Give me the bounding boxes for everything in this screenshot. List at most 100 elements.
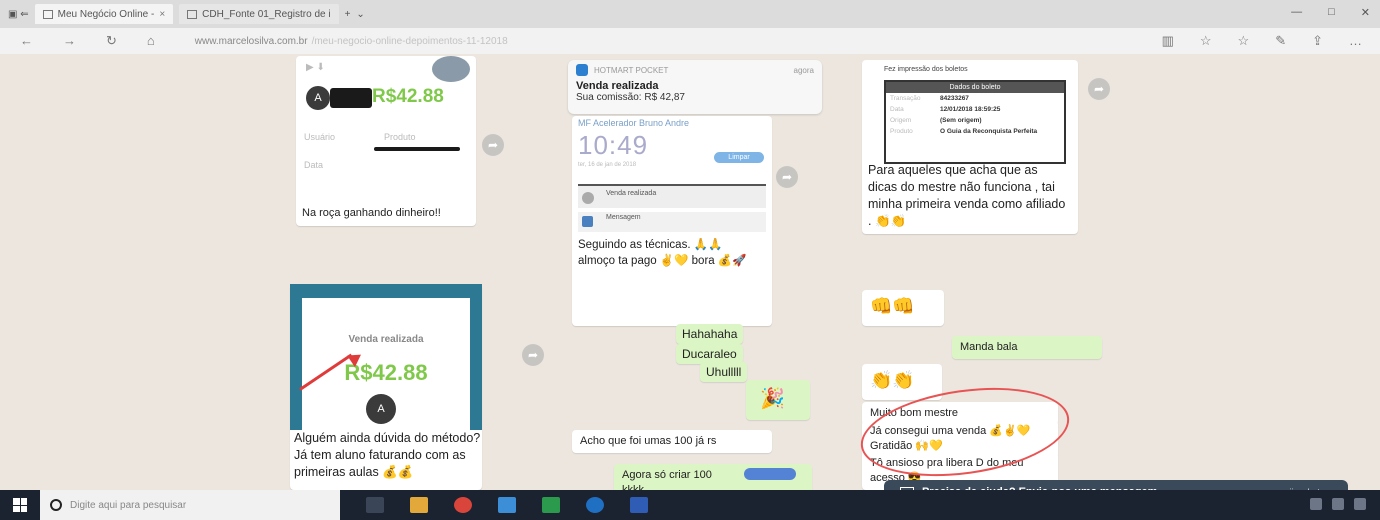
message-text: Agora só criar 100: [622, 469, 712, 481]
address-bar: ← → ↻ ⌂ www.marcelosilva.com.br /meu-neg…: [0, 28, 1380, 54]
tab-meu-negocio[interactable]: Meu Negócio Online - ×: [34, 4, 174, 24]
lock-clock: 10:49: [578, 130, 649, 160]
caption: Para aqueles que acha que as dicas do me…: [868, 163, 1066, 228]
tab-menu-icon[interactable]: ⌄: [356, 9, 364, 20]
boleto-key: Produto: [890, 128, 913, 135]
favorite-icon[interactable]: ☆: [1200, 33, 1212, 49]
browser-tab-bar: ▣ ⇐ Meu Negócio Online - × CDH_Fonte 01_…: [0, 0, 1380, 28]
message-row: Mensagem: [578, 212, 766, 232]
volume-icon[interactable]: [1332, 498, 1344, 510]
boleto-row: Produto O Guia da Reconquista Perfeita: [886, 126, 1064, 137]
avatar: A: [366, 394, 396, 424]
redacted-name: [330, 88, 372, 108]
notes-icon[interactable]: ✎: [1275, 33, 1286, 49]
system-tray: [1310, 498, 1366, 510]
favorites-hub-icon[interactable]: ☆: [1238, 33, 1250, 49]
network-icon[interactable]: [1310, 498, 1322, 510]
forward-icon[interactable]: ➦: [522, 344, 544, 366]
hotmart-logo-icon: [576, 64, 588, 76]
excel-icon[interactable]: [542, 497, 560, 513]
url-host: www.marcelosilva.com.br: [194, 35, 308, 47]
forward-icon[interactable]: ➦: [482, 134, 504, 156]
tab-label: CDH_Fonte 01_Registro de i: [202, 8, 331, 20]
search-placeholder: Digite aqui para pesquisar: [70, 499, 187, 511]
taskbar-search[interactable]: Digite aqui para pesquisar: [40, 490, 340, 520]
url-field[interactable]: www.marcelosilva.com.br /meu-negocio-onl…: [195, 32, 1095, 50]
nav-buttons: ← → ↻ ⌂: [20, 33, 155, 49]
new-tab-button[interactable]: +: [345, 9, 351, 20]
more-icon[interactable]: …: [1349, 33, 1362, 49]
url-path: /meu-negocio-online-depoimentos-11-12018: [311, 35, 508, 47]
tab-label: Meu Negócio Online -: [57, 8, 155, 20]
redacted-text: [744, 468, 796, 480]
redacted-product: [374, 147, 460, 151]
carrier-text: MF Acelerador Bruno Andre: [578, 118, 690, 128]
boleto-row: Transação 84233267: [886, 93, 1064, 104]
boleto-row: Data 12/01/2018 18:59:25: [886, 104, 1064, 115]
boleto-value: (Sem origem): [940, 117, 982, 124]
lock-date: ter, 16 de jan de 2018: [578, 162, 637, 168]
notification-text: Venda realizada: [606, 190, 657, 197]
close-tab-icon[interactable]: ×: [159, 9, 165, 20]
notification-icon: [582, 192, 594, 204]
message-text: Mensagem: [606, 214, 641, 221]
label-usuario: Usuário: [304, 132, 336, 142]
close-window-button[interactable]: ✕: [1361, 6, 1370, 19]
label-data: Data: [304, 160, 324, 170]
testimonial-card-2: MF Acelerador Bruno Andre 10:49 ter, 16 …: [572, 116, 772, 326]
boleto-title: Dados do boleto: [886, 82, 1064, 93]
message-bubble: Acho que foi umas 100 já rs: [572, 430, 772, 453]
label-produto: Produto: [384, 132, 416, 142]
sale-screenshot: Venda realizada R$42.88 A: [290, 284, 482, 430]
boleto-value: 12/01/2018 18:59:25: [940, 106, 1001, 113]
message-icon: [582, 216, 593, 227]
browser-tools: ▥ ☆ ☆ ✎ ⇪ …: [1162, 33, 1362, 49]
tab-cdh-fonte[interactable]: CDH_Fonte 01_Registro de i: [179, 4, 339, 24]
minimize-button[interactable]: —: [1291, 6, 1302, 19]
amount: R$42.88: [372, 86, 444, 107]
windows-taskbar: Digite aqui para pesquisar: [0, 490, 1380, 520]
share-icon[interactable]: ⇪: [1312, 33, 1323, 49]
reading-view-icon[interactable]: ▥: [1162, 33, 1174, 49]
caption: Na roça ganhando dinheiro!!: [302, 207, 441, 219]
message-bubble: 👊👊: [862, 290, 944, 326]
notification-icon[interactable]: [1354, 498, 1366, 510]
back-icon[interactable]: ←: [20, 33, 33, 49]
notification-title: Venda realizada: [576, 80, 659, 92]
message-bubble: Manda bala: [952, 336, 1102, 359]
boleto-row: Origem (Sem origem): [886, 115, 1064, 126]
notification-row: Venda realizada: [578, 184, 766, 208]
word-icon[interactable]: [630, 497, 648, 513]
testimonial-card-1: ▶ ⬇ A R$42.88 Usuário Produto Data Na ro…: [296, 56, 476, 226]
clear-button[interactable]: Limpar: [714, 152, 764, 163]
refresh-icon[interactable]: ↻: [106, 33, 117, 49]
photos-icon[interactable]: [498, 497, 516, 513]
notification-time: agora: [793, 65, 814, 75]
message-bubble: Hahahaha: [676, 324, 744, 345]
message-bubble: Uhulllll: [700, 362, 748, 383]
chrome-icon[interactable]: [454, 497, 472, 513]
maximize-button[interactable]: □: [1328, 6, 1335, 19]
notification-subtitle: Sua comissão: R$ 42,87: [576, 92, 685, 103]
file-explorer-icon[interactable]: [410, 497, 428, 513]
boleto-key: Transação: [890, 95, 921, 102]
avatar: A: [306, 86, 330, 110]
play-icon: ▶ ⬇: [306, 62, 325, 73]
app-name: HOTMART POCKET: [594, 65, 669, 75]
boleto-box: Dados do boleto Transação 84233267 Data 12…: [884, 80, 1066, 164]
forward-icon[interactable]: ➦: [1088, 78, 1110, 100]
message-bubble: 👏👏: [862, 364, 942, 400]
start-button[interactable]: [0, 490, 40, 520]
boleto-header: Fez impressão dos boletos: [884, 66, 968, 73]
home-icon[interactable]: ⌂: [147, 33, 155, 49]
forward-icon[interactable]: →: [63, 33, 76, 49]
sale-title: Venda realizada: [348, 334, 424, 345]
testimonials-area: ▶ ⬇ A R$42.88 Usuário Produto Data Na ro…: [0, 54, 1380, 490]
forward-icon[interactable]: ➦: [776, 166, 798, 188]
tab-actions-icon[interactable]: ▣ ⇐: [8, 9, 29, 20]
task-view-icon[interactable]: [366, 497, 384, 513]
edge-icon[interactable]: [586, 497, 604, 513]
caption: Alguém ainda dúvida do método? Já tem al…: [294, 431, 481, 479]
page-icon: [42, 9, 53, 19]
windows-logo-icon: [13, 498, 27, 512]
